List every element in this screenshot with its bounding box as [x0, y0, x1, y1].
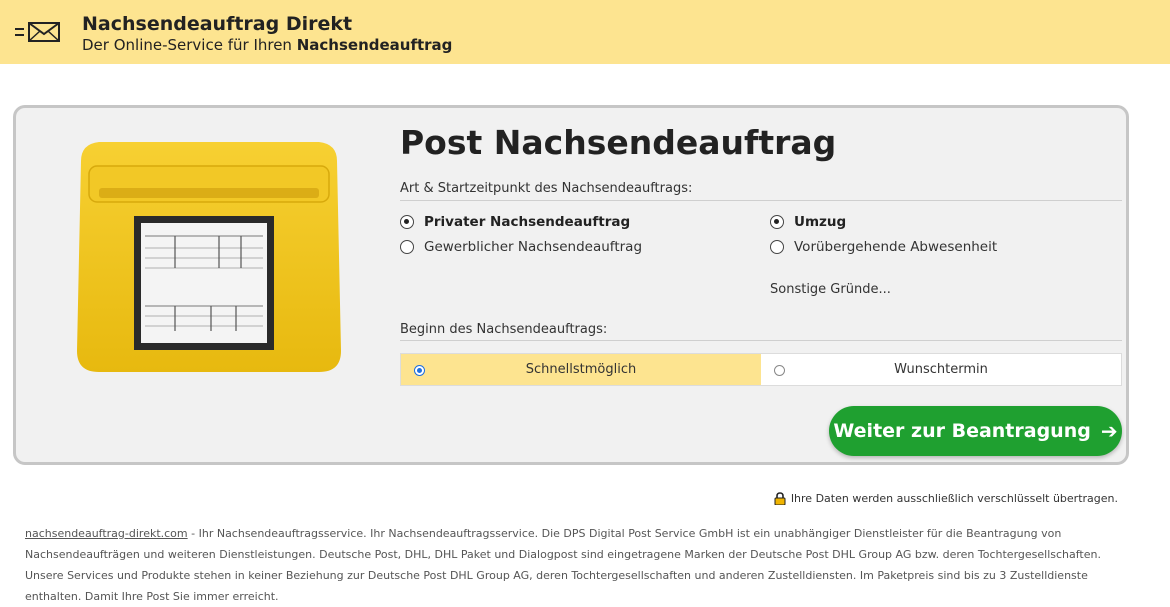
radio-relocation-label: Umzug — [794, 214, 847, 230]
mailbox-image — [77, 142, 341, 372]
arrow-right-icon: ➔ — [1100, 419, 1118, 443]
footer-disclaimer: nachsendeauftrag-direkt.com - Ihr Nachse… — [25, 523, 1125, 607]
brand-subtitle-prefix: Der Online-Service für Ihren — [82, 36, 297, 54]
footer-site-link[interactable]: nachsendeauftrag-direkt.com — [25, 527, 188, 540]
order-card: Post Nachsendeauftrag Art & Startzeitpun… — [13, 105, 1129, 465]
seg-radio-selected[interactable] — [414, 365, 425, 376]
radio-private-label: Privater Nachsendeauftrag — [424, 214, 631, 230]
radio-dot-selected[interactable] — [770, 215, 784, 229]
brand-subtitle-bold: Nachsendeauftrag — [296, 36, 453, 54]
start-option-asap[interactable]: Schnellstmöglich — [401, 354, 761, 385]
radio-dot[interactable] — [770, 240, 784, 254]
start-option-desired-date[interactable]: Wunschtermin — [761, 354, 1121, 385]
lock-icon — [774, 492, 786, 505]
start-option-date-label: Wunschtermin — [894, 362, 988, 377]
radio-absence-label: Vorübergehende Abwesenheit — [794, 239, 998, 255]
start-section-label: Beginn des Nachsendeauftrags: — [400, 322, 608, 337]
radio-relocation[interactable]: Umzug — [770, 214, 846, 230]
radio-business-label: Gewerblicher Nachsendeauftrag — [424, 239, 643, 255]
radio-private-order[interactable]: Privater Nachsendeauftrag — [400, 214, 630, 230]
continue-button[interactable]: Weiter zur Beantragung ➔ — [829, 406, 1122, 456]
brand-title[interactable]: Nachsendeauftrag Direkt — [82, 13, 352, 35]
page-title: Post Nachsendeauftrag — [400, 123, 837, 162]
start-option-toggle: Schnellstmöglich Wunschtermin — [400, 353, 1122, 386]
type-section-label: Art & Startzeitpunkt des Nachsendeauftra… — [400, 181, 693, 196]
site-header: Nachsendeauftrag Direkt Der Online-Servi… — [0, 0, 1170, 64]
brand-subtitle: Der Online-Service für Ihren Nachsendeau… — [82, 36, 452, 54]
radio-temporary-absence[interactable]: Vorübergehende Abwesenheit — [770, 239, 997, 255]
start-section-divider — [400, 340, 1122, 341]
other-reasons-link[interactable]: Sonstige Gründe... — [770, 282, 891, 297]
secure-note-text: Ihre Daten werden ausschließlich verschl… — [790, 492, 1118, 505]
radio-dot[interactable] — [400, 240, 414, 254]
type-section-divider — [400, 200, 1122, 201]
secure-note: Ihre Daten werden ausschließlich verschl… — [774, 492, 1118, 505]
seg-radio[interactable] — [774, 365, 785, 376]
envelope-icon[interactable] — [14, 20, 62, 44]
continue-button-label: Weiter zur Beantragung — [833, 420, 1091, 442]
start-option-asap-label: Schnellstmöglich — [525, 362, 637, 377]
radio-business-order[interactable]: Gewerblicher Nachsendeauftrag — [400, 239, 642, 255]
radio-dot-selected[interactable] — [400, 215, 414, 229]
